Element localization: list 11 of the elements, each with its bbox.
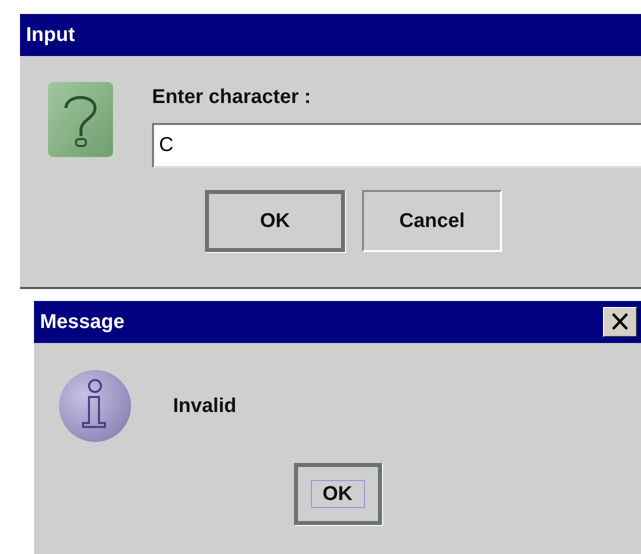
character-field[interactable]: C (152, 123, 641, 168)
close-icon[interactable] (603, 307, 637, 337)
question-icon (48, 82, 113, 157)
ok-button[interactable]: OK (205, 190, 345, 252)
message-text: Invalid (173, 394, 236, 418)
prompt-label: Enter character : (152, 86, 312, 109)
ok-button[interactable]: OK (294, 463, 382, 525)
cancel-button[interactable]: Cancel (362, 190, 502, 252)
window-title: Input (26, 24, 75, 46)
info-icon (58, 369, 132, 443)
window-title: Message (40, 310, 124, 334)
